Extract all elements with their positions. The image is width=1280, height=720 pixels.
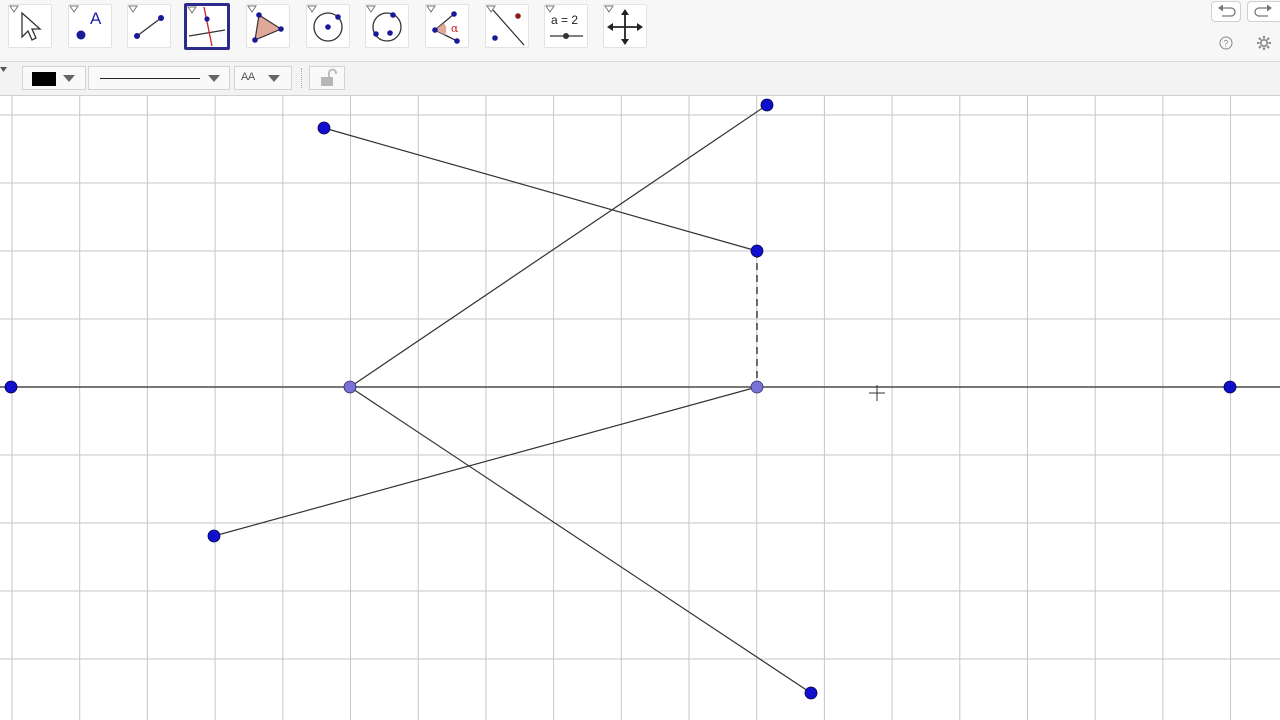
perpendicular-line-tool-button[interactable] <box>184 3 230 50</box>
dropdown-triangle-icon <box>545 5 555 13</box>
segment-axis-to-bottom-right <box>349 386 812 694</box>
circle-three-points-tool-button[interactable] <box>365 4 409 48</box>
dropdown-triangle-icon <box>128 5 138 13</box>
point[interactable] <box>317 121 331 135</box>
dropdown-triangle-icon <box>307 5 317 13</box>
point-tool-button[interactable]: A <box>68 4 112 48</box>
dropdown-triangle-icon <box>486 5 496 13</box>
style-bar-toggle-icon[interactable] <box>0 66 8 74</box>
segment-axis-to-top-right <box>349 104 768 388</box>
redo-button[interactable] <box>1247 1 1280 22</box>
line-style-button[interactable] <box>88 66 230 90</box>
point-on-line[interactable] <box>750 380 764 394</box>
lock-button[interactable] <box>309 66 345 90</box>
dropdown-triangle-icon <box>9 5 19 13</box>
dropdown-arrow-icon <box>208 75 220 82</box>
point[interactable] <box>750 244 764 258</box>
circle-tool-button[interactable] <box>306 4 350 48</box>
dropdown-triangle-icon <box>366 5 376 13</box>
dropdown-arrow-icon <box>63 75 75 82</box>
polygon-tool-button[interactable] <box>246 4 290 48</box>
separator <box>301 68 302 88</box>
toolbar: A α a = 2 ? <box>0 0 1280 62</box>
dropdown-triangle-icon <box>69 5 79 13</box>
move-graphics-tool-button[interactable] <box>603 4 647 48</box>
move-tool-button[interactable] <box>8 4 52 48</box>
reflect-tool-button[interactable] <box>485 4 529 48</box>
graphics-view[interactable] <box>0 96 1280 720</box>
point[interactable] <box>4 380 18 394</box>
dropdown-triangle-icon <box>604 5 614 13</box>
line-style-preview <box>100 78 200 79</box>
help-icon[interactable]: ? <box>1218 35 1234 51</box>
dropdown-triangle-icon <box>426 5 436 13</box>
dropdown-arrow-icon <box>268 75 280 82</box>
slider-tool-button[interactable]: a = 2 <box>544 4 588 48</box>
svg-text:a = 2: a = 2 <box>551 13 578 27</box>
line-tool-button[interactable] <box>127 4 171 48</box>
point[interactable] <box>1223 380 1237 394</box>
color-swatch <box>32 72 56 86</box>
angle-tool-button[interactable]: α <box>425 4 469 48</box>
grid <box>0 96 1280 720</box>
point[interactable] <box>207 529 221 543</box>
color-picker-button[interactable] <box>22 66 86 90</box>
svg-text:A: A <box>90 9 102 28</box>
segment-top-left-to-mid <box>323 127 758 252</box>
undo-icon <box>1218 4 1236 17</box>
redo-icon <box>1254 4 1272 17</box>
point[interactable] <box>804 686 818 700</box>
unlock-icon <box>321 68 337 86</box>
style-bar: AA <box>0 62 1280 96</box>
point[interactable] <box>760 98 774 112</box>
dropdown-triangle-icon <box>187 6 197 14</box>
point-on-line[interactable] <box>343 380 357 394</box>
dropdown-triangle-icon <box>247 5 257 13</box>
svg-text:α: α <box>451 22 459 35</box>
undo-button[interactable] <box>1211 1 1241 22</box>
label-style-button[interactable]: AA <box>234 66 292 90</box>
label-style-text: AA <box>241 71 255 83</box>
svg-text:?: ? <box>1223 39 1228 49</box>
gear-icon[interactable] <box>1256 35 1272 51</box>
